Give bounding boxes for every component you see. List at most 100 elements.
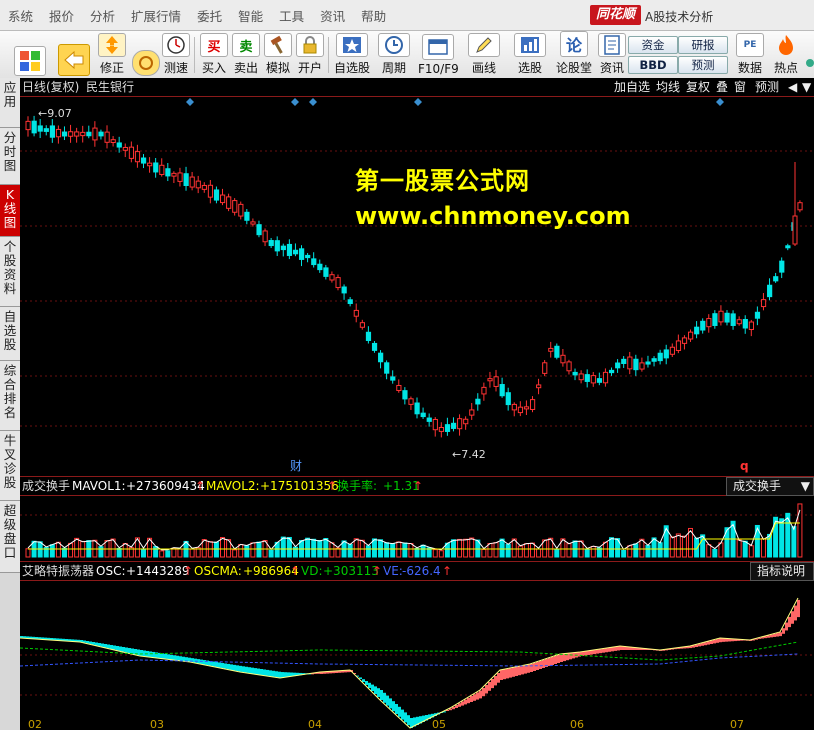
indicator-help-button[interactable]: 指标说明 <box>750 562 814 581</box>
tab-overlay[interactable]: 叠 <box>714 79 730 95</box>
pen-icon <box>468 33 500 57</box>
hot-button[interactable]: 热点 <box>772 33 800 76</box>
back-button[interactable] <box>58 33 90 76</box>
candle-body <box>633 358 639 371</box>
candle-body <box>140 157 147 164</box>
news-label: 资讯 <box>599 61 624 75</box>
sidebar-item-watchlist[interactable]: 自选股 <box>0 307 20 361</box>
capital-button[interactable]: 资金 <box>628 36 678 54</box>
forecast-button[interactable]: 预测 <box>678 56 728 74</box>
candle-body <box>43 128 49 132</box>
candle-body <box>80 131 86 137</box>
sidebar-item-timeshare[interactable]: 分时图 <box>0 128 20 185</box>
candle-body <box>560 354 566 364</box>
simulate-button[interactable]: 模拟 <box>264 33 292 76</box>
sidebar-item-kline[interactable]: K线图 <box>0 185 20 237</box>
candle-body <box>481 386 487 395</box>
research-button[interactable]: 研报 <box>678 36 728 54</box>
menu-system[interactable]: 系统 <box>8 6 33 25</box>
candle-body <box>426 417 432 422</box>
start-button[interactable] <box>14 33 46 76</box>
candle-body <box>669 346 675 355</box>
osc-chart[interactable]: 02 03 04 05 06 07 <box>20 580 814 730</box>
osc-ribbon <box>401 709 404 720</box>
tab-forecast[interactable]: 预测 <box>753 79 781 95</box>
adjust-button[interactable]: 修正 <box>98 33 126 76</box>
ve-line <box>20 653 799 667</box>
volume-bar <box>639 538 645 558</box>
menu-help[interactable]: 帮助 <box>361 6 386 25</box>
f10-button[interactable]: F10/F9 <box>418 33 459 76</box>
expand-icon[interactable]: ◀ <box>786 79 799 95</box>
tab-window[interactable]: 窗 <box>732 79 748 95</box>
data-button[interactable]: PE 数据 <box>736 33 764 76</box>
volume-chart[interactable] <box>20 495 814 559</box>
osc-ribbon <box>773 633 776 637</box>
osc-ribbon <box>776 633 779 637</box>
tab-moving-average[interactable]: 均线 <box>654 79 682 95</box>
menu-analysis[interactable]: 分析 <box>90 6 115 25</box>
buy-button[interactable]: 买 买入 <box>200 33 228 76</box>
osc-ribbon <box>179 656 182 661</box>
volume-bar <box>140 548 146 558</box>
candle-body <box>274 240 280 252</box>
more-button[interactable] <box>804 33 814 76</box>
candle-body <box>536 384 542 389</box>
bbd-button[interactable]: BBD <box>628 56 678 74</box>
sidebar-item-stock-info[interactable]: 个股资料 <box>0 237 20 307</box>
menu-icon[interactable]: ▼ <box>800 79 813 95</box>
sell-button[interactable]: 卖 卖出 <box>232 33 260 76</box>
kline-header: 日线(复权) 民生银行 加自选 均线 复权 叠 窗 预测 ◀ ▼ <box>20 78 814 97</box>
candle-body <box>596 378 603 383</box>
candle-body <box>499 384 505 397</box>
candle-body <box>718 310 724 323</box>
menu-extended-quote[interactable]: 扩展行情 <box>131 6 181 25</box>
menu-trade[interactable]: 委托 <box>197 6 222 25</box>
speed-test-button[interactable]: 测速 <box>162 33 190 76</box>
candle-body <box>128 146 135 159</box>
osc-ribbon <box>506 668 509 679</box>
watchlist-button[interactable]: 自选股 <box>334 33 370 76</box>
draw-line-button[interactable]: 画线 <box>468 33 500 76</box>
turnover-label: 换手率: <box>337 479 378 493</box>
volume-indicator-dropdown[interactable]: 成交换手 ▼ <box>726 477 814 496</box>
osc-ribbon <box>272 670 275 677</box>
osc-ribbon <box>452 706 455 710</box>
watchlist-label: 自选股 <box>334 61 371 75</box>
menu-tools[interactable]: 工具 <box>279 6 304 25</box>
osc-ribbon <box>266 669 269 676</box>
menu-news[interactable]: 资讯 <box>320 6 345 25</box>
period-button[interactable]: 周期 <box>378 33 410 76</box>
sidebar-item-ranking[interactable]: 综合排名 <box>0 361 20 431</box>
forum-button[interactable]: 论 论股堂 <box>556 31 592 76</box>
osc-ribbon <box>224 663 227 669</box>
osc-ribbon <box>233 664 236 671</box>
osc-ribbon <box>461 701 464 706</box>
volume-bar <box>657 542 663 558</box>
sidebar-item-diagnosis[interactable]: 牛叉诊股 <box>0 431 20 501</box>
menu-smart[interactable]: 智能 <box>238 6 263 25</box>
volume-bar <box>153 546 159 558</box>
candle-body <box>286 243 293 256</box>
volume-bar <box>627 545 633 558</box>
candle-body <box>438 427 445 432</box>
sidebar-item-market-depth[interactable]: 超级盘口 <box>0 501 20 573</box>
osc-ribbon <box>503 669 506 680</box>
refresh-button[interactable] <box>132 33 160 76</box>
news-button[interactable]: 资讯 <box>598 33 626 76</box>
select-stock-button[interactable]: 选股 <box>514 33 546 76</box>
candle-body <box>663 349 669 359</box>
osc-ribbon <box>488 682 491 691</box>
kline-chart[interactable]: ←9.07 ←7.42 财 q <box>20 96 814 476</box>
candle-body <box>25 120 31 131</box>
open-account-button[interactable]: 开户 <box>296 33 324 76</box>
volume-bar <box>55 541 61 558</box>
tab-adjusted[interactable]: 复权 <box>684 79 712 95</box>
menu-quote[interactable]: 报价 <box>49 6 74 25</box>
candle-body <box>159 164 165 175</box>
sidebar-item-apps[interactable]: 应用 <box>0 78 20 128</box>
tab-add-watchlist[interactable]: 加自选 <box>612 79 652 95</box>
osc-ribbon <box>404 712 407 723</box>
volume-bar <box>493 542 499 558</box>
candle-body <box>201 184 207 190</box>
